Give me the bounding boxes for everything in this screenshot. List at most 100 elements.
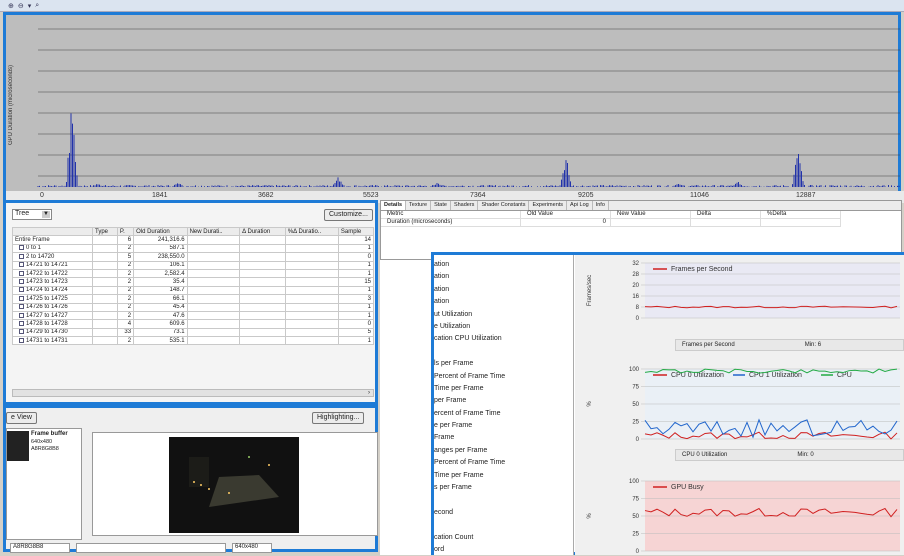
list-item[interactable]: s per Frame bbox=[434, 482, 573, 494]
y-tick-label: 75 bbox=[632, 385, 639, 391]
table-row[interactable]: 2 to 14720 5 238,550.0 0 bbox=[12, 252, 375, 262]
search-icon[interactable]: ⌕ bbox=[35, 2, 39, 10]
list-item[interactable]: ercent of Frame Time bbox=[434, 408, 573, 420]
checkbox[interactable] bbox=[19, 253, 24, 259]
metric-list[interactable]: ation ation ation ation ut Utilization e Util… bbox=[434, 255, 574, 555]
table-row[interactable]: 14729 to 14730 33 73.1 5 bbox=[12, 327, 375, 338]
checkbox[interactable] bbox=[19, 337, 24, 343]
list-item[interactable]: e per Frame bbox=[434, 420, 573, 432]
checkbox[interactable] bbox=[19, 262, 24, 268]
details-header: Metric bbox=[381, 211, 521, 219]
checkbox[interactable] bbox=[19, 245, 24, 251]
list-item[interactable]: Percent of Frame Time bbox=[434, 371, 573, 383]
list-item[interactable]: econd bbox=[434, 507, 573, 519]
table-cell: 66.1 bbox=[133, 294, 188, 304]
list-item[interactable] bbox=[434, 494, 573, 506]
range-name: 14722 to 14722 bbox=[26, 270, 68, 277]
view-mode-select[interactable]: Tree ▼ bbox=[12, 209, 52, 220]
list-item[interactable]: ation bbox=[434, 271, 573, 283]
timeline-plot[interactable] bbox=[36, 21, 902, 189]
customize-button[interactable]: Customize... bbox=[324, 209, 373, 221]
list-item[interactable] bbox=[434, 346, 573, 358]
table-row[interactable]: 14728 to 14728 4 609.6 0 bbox=[12, 319, 375, 329]
table-row[interactable]: 0 to 1 2 587.1 1 bbox=[12, 243, 375, 254]
table-row[interactable]: 14723 to 14723 2 35.4 15 bbox=[12, 277, 375, 287]
arrow-right-icon[interactable]: › bbox=[365, 390, 373, 396]
list-item[interactable]: Time per Frame bbox=[434, 383, 573, 395]
column-header[interactable] bbox=[12, 226, 93, 237]
list-item[interactable] bbox=[434, 519, 573, 531]
column-header[interactable]: %Δ Duratio.. bbox=[284, 226, 339, 237]
range-name-cell: 2 to 14720 bbox=[12, 252, 93, 262]
list-item[interactable]: ation bbox=[434, 296, 573, 308]
checkbox[interactable] bbox=[19, 295, 24, 301]
table-cell bbox=[186, 336, 241, 346]
list-item[interactable]: anges per Frame bbox=[434, 445, 573, 457]
table-cell bbox=[92, 285, 118, 296]
column-header[interactable]: Sample bbox=[337, 226, 375, 237]
zoom-in-icon[interactable]: ⊕ bbox=[8, 2, 14, 10]
tab-details[interactable]: Details bbox=[381, 201, 407, 210]
details-cell bbox=[761, 219, 841, 227]
horizontal-scrollbar[interactable]: › bbox=[12, 389, 374, 397]
tab-texture[interactable]: Texture bbox=[406, 201, 432, 210]
column-header[interactable]: New Durati.. bbox=[186, 226, 241, 237]
table-row[interactable]: Entire Frame 6 241,316.6 14 bbox=[12, 235, 375, 245]
range-name: 14727 to 14727 bbox=[26, 312, 68, 319]
table-row[interactable]: 14726 to 14726 2 45.4 1 bbox=[12, 302, 375, 312]
tab-info[interactable]: Info bbox=[593, 201, 609, 210]
column-header[interactable]: Δ Duration bbox=[239, 226, 286, 237]
y-tick-label: 50 bbox=[632, 402, 639, 408]
table-row[interactable]: 14731 to 14731 2 535.1 1 bbox=[12, 336, 375, 346]
checkbox[interactable] bbox=[19, 329, 24, 335]
table-row[interactable]: 14725 to 14725 2 66.1 3 bbox=[12, 294, 375, 304]
list-item[interactable]: ut Utilization bbox=[434, 309, 573, 321]
checkbox[interactable] bbox=[19, 287, 24, 293]
tab-api-log[interactable]: Api Log bbox=[567, 201, 593, 210]
tab-state[interactable]: State bbox=[431, 201, 451, 210]
y-tick-label: 25 bbox=[632, 420, 639, 426]
zoom-out-icon[interactable]: ⊖ bbox=[18, 2, 24, 10]
y-tick-label: 32 bbox=[632, 261, 639, 267]
table-row[interactable]: 14722 to 14722 2 2,582.4 1 bbox=[12, 268, 375, 279]
column-header[interactable]: Type bbox=[92, 226, 118, 237]
list-item[interactable]: e Utilization bbox=[434, 321, 573, 333]
checkbox[interactable] bbox=[19, 279, 24, 284]
range-name: 14723 to 14723 bbox=[26, 279, 68, 286]
arrow-down-icon[interactable]: ▾ bbox=[28, 2, 32, 10]
table-row[interactable]: 14724 to 14724 2 148.7 1 bbox=[12, 285, 375, 296]
checkbox[interactable] bbox=[19, 320, 24, 326]
y-axis-label: Frames/sec bbox=[587, 275, 593, 306]
checkbox[interactable] bbox=[19, 270, 24, 276]
checkbox[interactable] bbox=[19, 304, 24, 310]
list-item[interactable]: ation bbox=[434, 284, 573, 296]
render-target-list[interactable]: Frame buffer 640x480 A8R8G8B8 bbox=[6, 428, 82, 540]
chevron-down-icon[interactable]: ▼ bbox=[42, 211, 50, 218]
timeline-tick: 12887 bbox=[796, 192, 816, 199]
checkbox[interactable] bbox=[19, 312, 24, 318]
list-item[interactable]: Time per Frame bbox=[434, 470, 573, 482]
tab-shaders[interactable]: Shaders bbox=[451, 201, 479, 210]
tab-shader-constants[interactable]: Shader Constants bbox=[478, 201, 530, 210]
list-item[interactable]: Percent of Frame Time bbox=[434, 457, 573, 469]
render-target-thumbnail[interactable] bbox=[7, 431, 29, 461]
list-item[interactable]: cation Count bbox=[434, 532, 573, 544]
highlighting-button[interactable]: Highlighting... bbox=[312, 412, 365, 424]
tab-experiments[interactable]: Experiments bbox=[529, 201, 568, 210]
list-item[interactable]: ls per Frame bbox=[434, 358, 573, 370]
column-header[interactable]: P. bbox=[116, 226, 135, 237]
list-item[interactable]: Frame bbox=[434, 432, 573, 444]
y-tick-label: 28 bbox=[632, 272, 639, 278]
column-header[interactable]: Old Duration bbox=[133, 226, 188, 237]
list-item[interactable]: per Frame bbox=[434, 395, 573, 407]
y-tick-label: 25 bbox=[632, 532, 639, 538]
table-row[interactable]: 14721 to 14721 2 106.1 1 bbox=[12, 260, 375, 270]
frame-preview[interactable] bbox=[92, 432, 378, 536]
table-row[interactable]: 14727 to 14727 2 47.6 1 bbox=[12, 310, 375, 321]
list-item[interactable]: ord bbox=[434, 544, 573, 556]
view-button[interactable]: e View bbox=[6, 412, 37, 424]
list-item[interactable]: cation CPU Utilization bbox=[434, 333, 573, 345]
y-tick-label: 75 bbox=[632, 497, 639, 503]
list-item[interactable]: ation bbox=[434, 259, 573, 271]
timeline-tick: 5523 bbox=[363, 192, 379, 199]
